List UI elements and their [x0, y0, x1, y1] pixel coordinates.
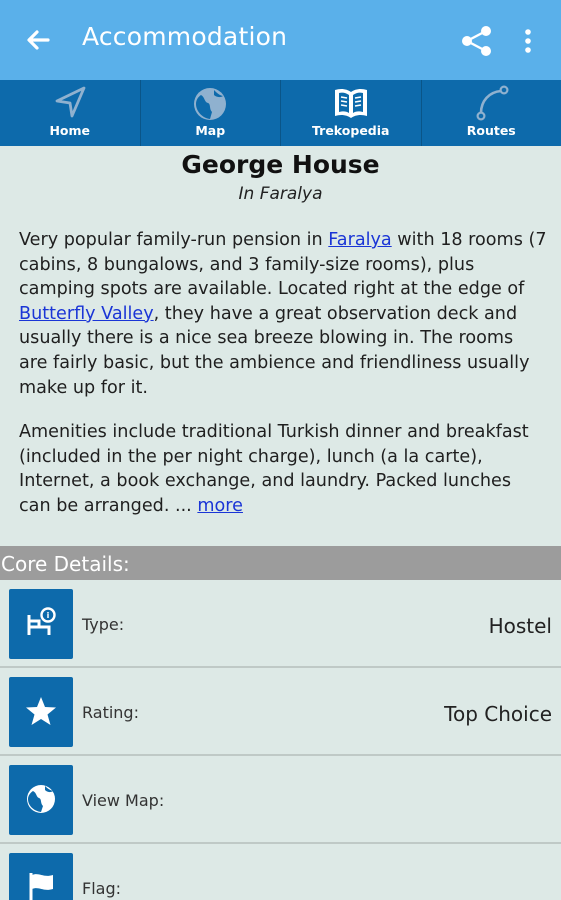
detail-row-type: i Type: Hostel [0, 580, 561, 668]
rating-value: Top Choice [444, 702, 552, 726]
share-icon[interactable] [458, 22, 496, 60]
place-location: In Faralya [238, 184, 323, 204]
globe-icon [194, 88, 227, 120]
tab-bar: Home Map Trekopedia Routes [0, 80, 561, 146]
tab-routes[interactable]: Routes [422, 80, 561, 146]
amenities-paragraph: Amenities include traditional Turkish di… [19, 420, 547, 518]
more-vert-icon[interactable] [516, 26, 540, 56]
tab-routes-label: Routes [466, 123, 516, 138]
detail-row-view-map[interactable]: View Map: [0, 756, 561, 844]
description-text: Very popular family-run pension in [19, 230, 329, 250]
tab-map[interactable]: Map [141, 80, 281, 146]
type-value: Hostel [488, 614, 552, 638]
app-title: Accommodation [82, 22, 288, 51]
view-map-label: View Map: [82, 791, 165, 810]
core-details-header: Core Details: [0, 546, 561, 580]
tab-trekopedia-label: Trekopedia [312, 123, 390, 138]
faralya-link[interactable]: Faralya [328, 230, 391, 250]
star-icon [26, 697, 56, 725]
book-icon [334, 88, 367, 118]
route-icon [476, 85, 509, 121]
back-arrow-icon[interactable] [22, 24, 54, 56]
view-map-tile[interactable] [9, 765, 73, 835]
tab-home-label: Home [49, 123, 91, 138]
butterfly-valley-link[interactable]: Butterfly Valley [19, 304, 154, 324]
tab-map-label: Map [195, 123, 226, 138]
rating-tile [9, 677, 73, 747]
amenities-text: Amenities include traditional Turkish di… [19, 422, 529, 516]
detail-row-rating: Rating: Top Choice [0, 668, 561, 756]
flag-icon [29, 873, 53, 900]
svg-text:i: i [47, 611, 50, 620]
hostel-icon: i [27, 607, 56, 635]
tab-trekopedia[interactable]: Trekopedia [281, 80, 422, 146]
app-bar: Accommodation [0, 0, 561, 80]
place-name: George House [181, 150, 380, 179]
core-details-list: i Type: Hostel Rating: Top Choice View M… [0, 580, 561, 900]
navigation-arrow-icon [55, 86, 86, 118]
detail-row-flag[interactable]: Flag: [0, 844, 561, 900]
globe-icon [27, 785, 55, 813]
description-paragraph: Very popular family-run pension in Faral… [19, 228, 547, 400]
more-link[interactable]: more [197, 496, 243, 516]
flag-label: Flag: [82, 879, 121, 898]
rating-label: Rating: [82, 703, 139, 722]
type-tile: i [9, 589, 73, 659]
type-label: Type: [82, 615, 125, 634]
flag-tile[interactable] [9, 853, 73, 900]
tab-home[interactable]: Home [0, 80, 141, 146]
